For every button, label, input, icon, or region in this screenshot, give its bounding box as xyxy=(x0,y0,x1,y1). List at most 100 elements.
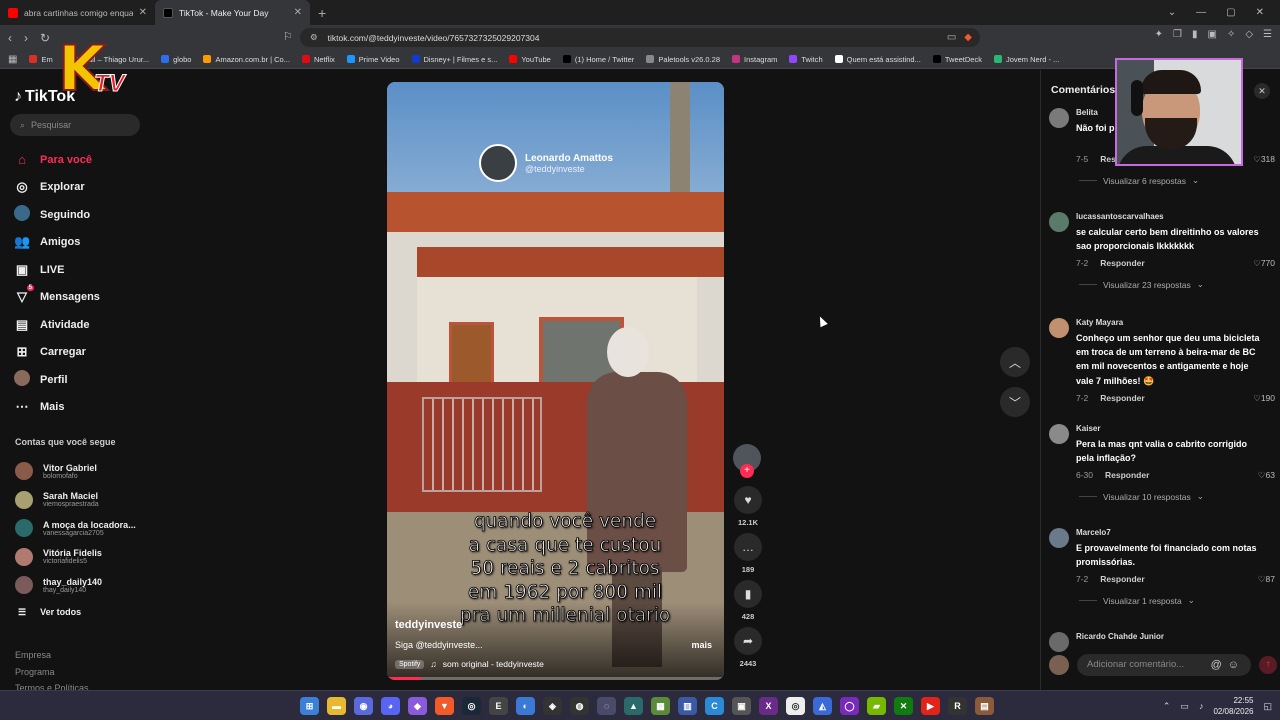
epic-icon[interactable]: E xyxy=(489,697,508,715)
comment-like[interactable]: ♡87 xyxy=(1258,574,1275,585)
app-icon[interactable]: ◌ xyxy=(597,697,616,715)
bookmark-item[interactable]: Amazon.com.br | Co... xyxy=(203,55,290,64)
maximize-button[interactable]: ▢ xyxy=(1226,7,1235,18)
apps-grid-icon[interactable]: ▦ xyxy=(8,54,17,65)
xbox-icon[interactable]: ✕ xyxy=(894,697,913,715)
start-icon[interactable]: ⊞ xyxy=(300,697,319,715)
search-input[interactable]: ⌕ Pesquisar xyxy=(10,114,140,136)
app-icon[interactable]: ◆ xyxy=(408,697,427,715)
clock[interactable]: 22:55 02/08/2026 xyxy=(1213,695,1253,717)
view-replies-link[interactable]: Visualizar 10 respostas ⌄ xyxy=(1079,491,1204,502)
discord-icon[interactable]: ◕ xyxy=(381,697,400,715)
nav-item-home[interactable]: ⌂ Para você xyxy=(14,146,100,174)
following-item[interactable]: A moça da locadora... vanessagarcia2705 xyxy=(15,514,136,543)
following-item[interactable]: thay_daily140 thay_daily140 xyxy=(15,571,136,600)
bookmark-item[interactable]: Jovem Nerd - ... xyxy=(993,55,1059,64)
back-icon[interactable]: ‹ xyxy=(8,31,12,45)
comment-avatar[interactable] xyxy=(1049,424,1069,444)
bookmark-item[interactable]: Instagram xyxy=(732,55,777,64)
app-icon[interactable]: ▶ xyxy=(921,697,940,715)
wallet-icon[interactable]: ▣ xyxy=(1207,29,1216,40)
reply-button[interactable]: Responder xyxy=(1100,393,1144,403)
following-item[interactable]: Sarah Maciel viemospraestrada xyxy=(15,486,136,515)
comment-username[interactable]: lucassantoscarvalhaes xyxy=(1076,212,1164,221)
comment-input[interactable]: Adicionar comentário... @☺ xyxy=(1077,654,1251,676)
comment-like[interactable]: ♡770 xyxy=(1253,258,1275,269)
nav-item-friends[interactable]: 👥 Amigos xyxy=(14,229,100,257)
bookmark-save-icon[interactable]: ▮ xyxy=(734,580,762,608)
author-avatar[interactable]: + xyxy=(733,444,761,478)
send-icon[interactable]: ↑ xyxy=(1259,656,1277,674)
app-icon[interactable]: C xyxy=(705,697,724,715)
comment-avatar[interactable] xyxy=(1049,632,1069,652)
video-player[interactable]: Leonardo Amattos @teddyinveste quando vo… xyxy=(387,82,724,680)
bookmark-item[interactable]: Disney+ | Filmes e s... xyxy=(411,55,497,64)
notification-icon[interactable]: ◱ xyxy=(1263,701,1272,712)
following-item[interactable]: Vitor Gabriel bolomofafo xyxy=(15,457,136,486)
app-icon[interactable]: ▦ xyxy=(651,697,670,715)
brave-icon[interactable]: ▼ xyxy=(435,697,454,715)
bookmark-list-icon[interactable]: ❒ xyxy=(1173,29,1182,40)
view-replies-link[interactable]: Visualizar 1 resposta ⌄ xyxy=(1079,595,1195,606)
app-icon[interactable]: ◈ xyxy=(543,697,562,715)
nav-item-following[interactable]: Seguindo xyxy=(14,201,100,229)
comment-username[interactable]: Ricardo Chahde Junior xyxy=(1076,632,1164,641)
extensions-icon[interactable]: ✦ xyxy=(1155,29,1163,40)
video-author[interactable]: teddyinveste xyxy=(395,619,462,631)
bookmark-item[interactable]: (1) Home / Twitter xyxy=(562,55,634,64)
app-icon[interactable]: ▥ xyxy=(678,697,697,715)
comment-avatar[interactable] xyxy=(1049,212,1069,232)
mention-emoji-icons[interactable]: @☺ xyxy=(1211,654,1245,676)
sidebar-icon[interactable]: ▮ xyxy=(1192,29,1198,40)
bookmark-item[interactable]: Twitch xyxy=(789,55,823,64)
comment-username[interactable]: Marcelo7 xyxy=(1076,528,1111,537)
comment-avatar[interactable] xyxy=(1049,108,1069,128)
app-icon[interactable]: R xyxy=(948,697,967,715)
menu-icon[interactable]: ☰ xyxy=(1263,29,1272,40)
comment-username[interactable]: Kaiser xyxy=(1076,424,1100,433)
app-icon[interactable]: ◉ xyxy=(354,697,373,715)
like-action[interactable]: ♥ 12.1K xyxy=(733,486,763,527)
browser-tab-youtube[interactable]: abra cartinhas comigo enquanto con ✕ xyxy=(0,0,155,25)
nav-item-more[interactable]: ⋯ Mais xyxy=(14,394,100,422)
reply-button[interactable]: Responder xyxy=(1105,470,1149,480)
chrome-icon[interactable]: ◎ xyxy=(786,697,805,715)
nav-item-compass[interactable]: ◎ Explorar xyxy=(14,174,100,202)
bookmark-item[interactable]: Prime Video xyxy=(346,55,400,64)
previous-video-button[interactable]: ︿ xyxy=(1000,347,1030,377)
view-replies-link[interactable]: Visualizar 23 respostas ⌄ xyxy=(1079,279,1204,290)
more-link[interactable]: mais xyxy=(691,640,712,650)
app-icon[interactable]: ◐ xyxy=(516,697,535,715)
nvidia-icon[interactable]: ▰ xyxy=(867,697,886,715)
close-window-button[interactable]: ✕ xyxy=(1256,7,1264,18)
app-icon[interactable]: ◯ xyxy=(840,697,859,715)
comment-username[interactable]: Belita xyxy=(1076,108,1098,117)
bookmark-icon[interactable]: ⚐ xyxy=(283,30,293,43)
following-item[interactable]: Vitória Fidelis victoriafidelis5 xyxy=(15,543,136,572)
obs-icon[interactable]: ◍ xyxy=(570,697,589,715)
bookmark-item[interactable]: YouTube xyxy=(509,55,551,64)
close-tab-icon[interactable]: ✕ xyxy=(294,7,302,18)
view-replies-link[interactable]: Visualizar 6 respostas ⌄ xyxy=(1079,175,1199,186)
nav-item-live[interactable]: ▣ LIVE xyxy=(14,256,100,284)
next-video-button[interactable]: ﹀ xyxy=(1000,387,1030,417)
tray-overflow-icon[interactable]: ⌃ xyxy=(1163,701,1171,712)
comment-like[interactable]: ♡63 xyxy=(1258,470,1275,481)
site-info-icon[interactable]: ⚙ xyxy=(310,32,318,43)
comment-like[interactable]: ♡318 xyxy=(1253,154,1275,165)
vpn-icon[interactable]: ◇ xyxy=(1245,29,1253,40)
cast-icon[interactable]: ▭ xyxy=(947,32,956,43)
comment-avatar[interactable] xyxy=(1049,528,1069,548)
app-icon[interactable]: ▤ xyxy=(975,697,994,715)
app-icon[interactable]: ▣ xyxy=(732,697,751,715)
share-icon[interactable]: ➦ xyxy=(734,627,762,655)
save-action[interactable]: ▮ 428 xyxy=(733,580,763,621)
bookmark-item[interactable]: Quem está assistind... xyxy=(834,55,921,64)
app-icon[interactable]: X xyxy=(759,697,778,715)
brave-shield-icon[interactable]: ◆ xyxy=(964,32,972,43)
nav-item-activity[interactable]: ▤ Atividade xyxy=(14,311,100,339)
address-bar[interactable]: ⚙ tiktok.com/@teddyinveste/video/7657327… xyxy=(300,28,980,47)
reply-button[interactable]: Responder xyxy=(1100,574,1144,584)
app-icon[interactable]: ◭ xyxy=(813,697,832,715)
nav-item-messages[interactable]: ▽ 5 Mensagens xyxy=(14,284,100,312)
